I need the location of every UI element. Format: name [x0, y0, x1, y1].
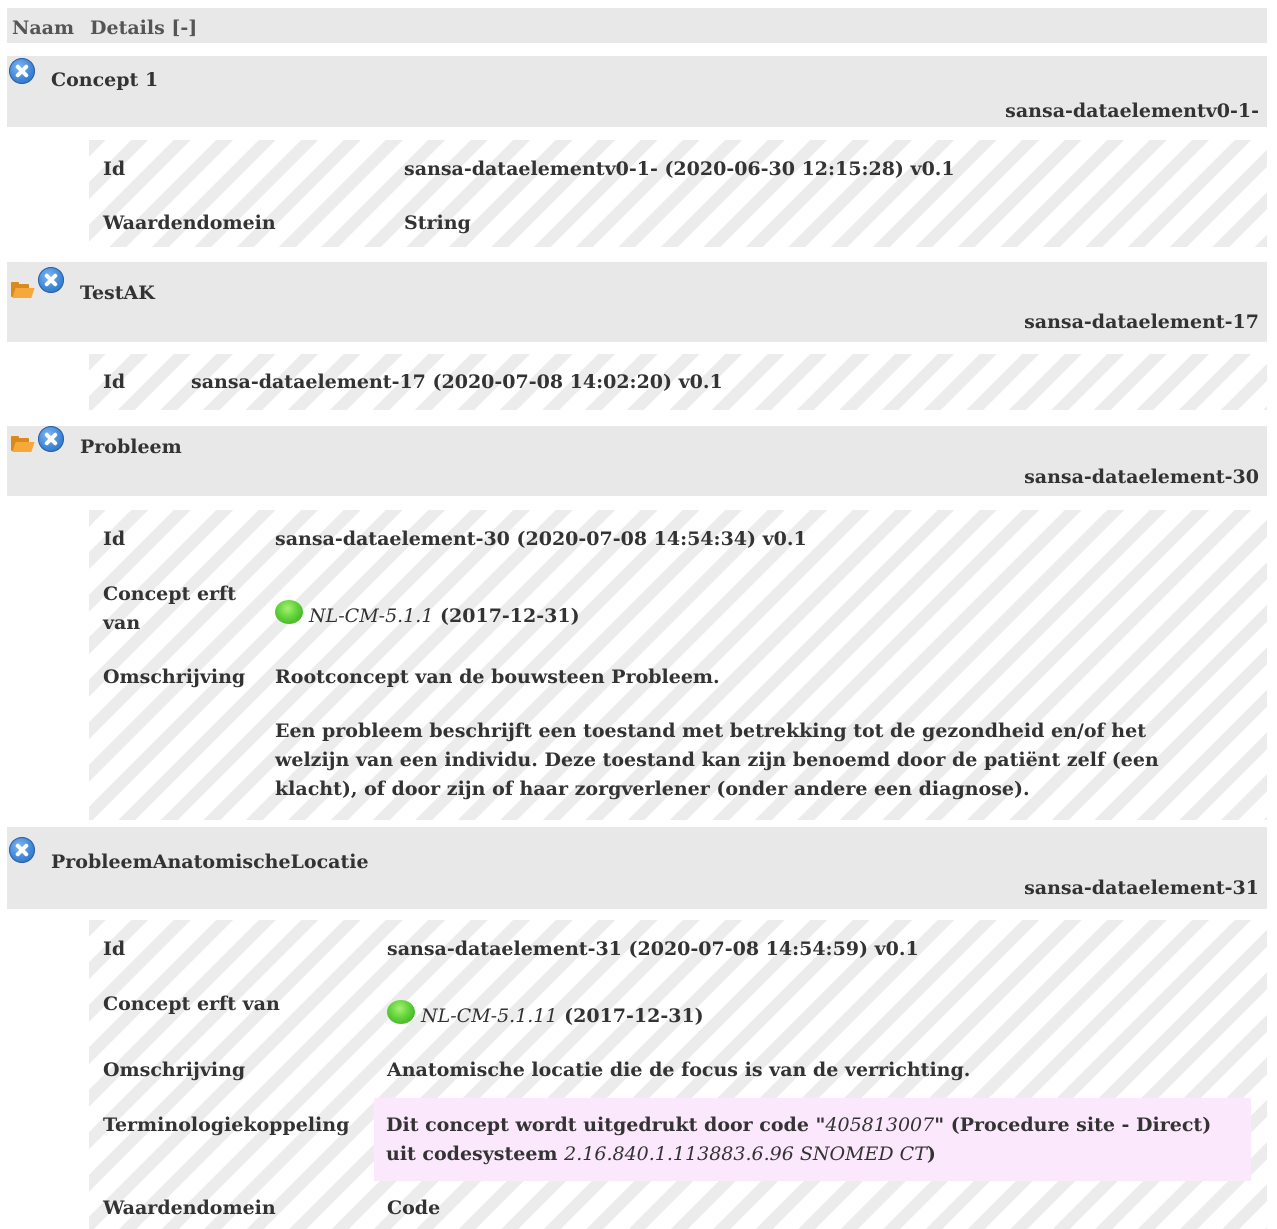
detail-label-concept-erft-van: Concept erft van [103, 993, 280, 1015]
detail-label-concept-erft-van: Concept erft van [103, 583, 236, 634]
concept-name: TestAK [80, 282, 155, 304]
detail-value-id: sansa-dataelement-17 (2020-07-08 14:02:2… [191, 371, 723, 393]
concept-details: Id sansa-dataelement-31 (2020-07-08 14:5… [89, 920, 1267, 1229]
close-icon[interactable] [38, 267, 64, 293]
concept-details: Id sansa-dataelement-30 (2020-07-08 14:5… [89, 510, 1267, 820]
inherit-date: (2017-12-31) [440, 605, 580, 627]
detail-value-id: sansa-dataelement-30 (2020-07-08 14:54:3… [275, 528, 807, 550]
inherit-code-link[interactable]: NL-CM-5.1.11 [421, 1005, 558, 1027]
close-icon[interactable] [38, 426, 64, 452]
concept-details: Id sansa-dataelementv0-1- (2020-06-30 12… [89, 140, 1267, 247]
terminology-code-link[interactable]: 405813007 [825, 1114, 934, 1136]
terminology-text: Dit concept wordt uitgedrukt door code "… [386, 1114, 1212, 1165]
detail-value-waardendomein: Code [387, 1197, 441, 1219]
status-ball-icon [387, 1000, 415, 1024]
detail-value-omschrijving: Rootconcept van de bouwsteen Probleem. [275, 666, 720, 688]
column-header-details-toggle[interactable]: Details [-] [90, 17, 197, 39]
status-ball-icon [275, 600, 303, 624]
concept-name: Concept 1 [51, 69, 159, 91]
detail-label-waardendomein: Waardendomein [103, 212, 276, 234]
concept-id: sansa-dataelement-17 [1024, 311, 1259, 333]
concept-details: Id sansa-dataelement-17 (2020-07-08 14:0… [89, 354, 1267, 410]
column-header-name: Naam [12, 17, 75, 39]
concept-row[interactable]: Concept 1 sansa-dataelementv0-1- [7, 56, 1267, 127]
folder-open-icon[interactable] [11, 282, 35, 298]
terminology-binding-box: Dit concept wordt uitgedrukt door code "… [374, 1098, 1251, 1181]
detail-value-id: sansa-dataelementv0-1- (2020-06-30 12:15… [404, 158, 955, 180]
concept-name: Probleem [80, 436, 182, 458]
detail-label-waardendomein: Waardendomein [103, 1197, 276, 1219]
detail-label-id: Id [103, 528, 126, 550]
concept-id: sansa-dataelement-31 [1024, 877, 1259, 899]
detail-label-omschrijving: Omschrijving [103, 1059, 246, 1081]
folder-open-icon[interactable] [11, 436, 35, 452]
detail-label-terminologiekoppeling: Terminologiekoppeling [103, 1114, 350, 1136]
detail-label-id: Id [103, 371, 126, 393]
concept-row[interactable]: TestAK sansa-dataelement-17 [7, 262, 1267, 342]
detail-value-inheritance: NL-CM-5.1.1 (2017-12-31) [275, 600, 580, 631]
close-icon[interactable] [9, 58, 35, 84]
detail-value-inheritance: NL-CM-5.1.11 (2017-12-31) [387, 1000, 704, 1031]
detail-label-id: Id [103, 158, 126, 180]
detail-value-id: sansa-dataelement-31 (2020-07-08 14:54:5… [387, 938, 919, 960]
concept-row[interactable]: Probleem sansa-dataelement-30 [7, 426, 1267, 496]
table-header: Naam Details [-] [7, 8, 1267, 43]
concept-name: ProbleemAnatomischeLocatie [51, 851, 369, 873]
detail-label-omschrijving: Omschrijving [103, 666, 246, 688]
inherit-code-link[interactable]: NL-CM-5.1.1 [309, 605, 433, 627]
detail-value-waardendomein: String [404, 212, 471, 234]
concept-id: sansa-dataelementv0-1- [1005, 100, 1259, 122]
detail-value-omschrijving: Anatomische locatie die de focus is van … [387, 1059, 971, 1081]
detail-value-omschrijving-extra: Een probleem beschrijft een toestand met… [275, 720, 1159, 800]
concept-row[interactable]: ProbleemAnatomischeLocatie sansa-dataele… [7, 827, 1267, 909]
concept-id: sansa-dataelement-30 [1024, 466, 1259, 488]
detail-label-id: Id [103, 938, 126, 960]
inherit-date: (2017-12-31) [564, 1005, 704, 1027]
close-icon[interactable] [9, 837, 35, 863]
terminology-codesystem-link[interactable]: 2.16.840.1.113883.6.96 SNOMED CT [564, 1143, 927, 1165]
